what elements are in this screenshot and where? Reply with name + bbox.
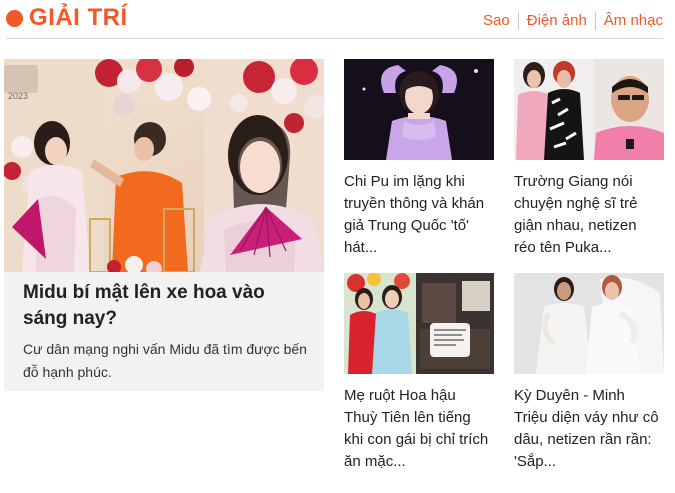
featured-description: Cư dân mạng nghi vấn Midu đã tìm được bế… — [23, 341, 307, 380]
subnav-link-dien-anh[interactable]: Điện ảnh — [519, 12, 595, 30]
header-divider — [6, 38, 663, 39]
featured-image[interactable]: 2023 — [4, 59, 324, 272]
section-bullet-icon — [6, 10, 23, 27]
article-title[interactable]: Trường Giang nói chuyện nghệ sĩ trẻ giận… — [514, 171, 660, 259]
featured-image-badge: 2023 — [8, 91, 28, 101]
article-thumbnail[interactable] — [344, 59, 494, 160]
article-title[interactable]: Kỳ Duyên - Minh Triệu diện váy như cô dâ… — [514, 385, 660, 473]
article-thumbnail[interactable] — [514, 59, 664, 160]
article-card[interactable]: Chi Pu im lặng khi truyền thông và khán … — [344, 59, 494, 259]
section-subnav: Sao Điện ảnh Âm nhạc — [475, 12, 663, 30]
article-card[interactable]: Kỳ Duyên - Minh Triệu diện váy như cô dâ… — [514, 273, 664, 473]
featured-article[interactable]: 2023 Midu bí mật lên xe hoa vào sáng nay… — [4, 59, 324, 391]
featured-title[interactable]: Midu bí mật lên xe hoa vào sáng nay? — [23, 280, 308, 332]
article-thumbnail[interactable] — [344, 273, 494, 374]
subnav-link-sao[interactable]: Sao — [475, 12, 518, 30]
article-title[interactable]: Chi Pu im lặng khi truyền thông và khán … — [344, 171, 490, 259]
section-title[interactable]: GIẢI TRÍ — [29, 4, 128, 32]
article-title[interactable]: Mẹ ruột Hoa hậu Thuỳ Tiên lên tiếng khi … — [344, 385, 490, 473]
subnav-link-am-nhac[interactable]: Âm nhạc — [596, 12, 663, 30]
article-thumbnail[interactable] — [514, 273, 664, 374]
section-header: GIẢI TRÍ Sao Điện ảnh Âm nhạc — [0, 0, 675, 40]
article-card[interactable]: Trường Giang nói chuyện nghệ sĩ trẻ giận… — [514, 59, 664, 259]
article-card[interactable]: Mẹ ruột Hoa hậu Thuỳ Tiên lên tiếng khi … — [344, 273, 494, 473]
